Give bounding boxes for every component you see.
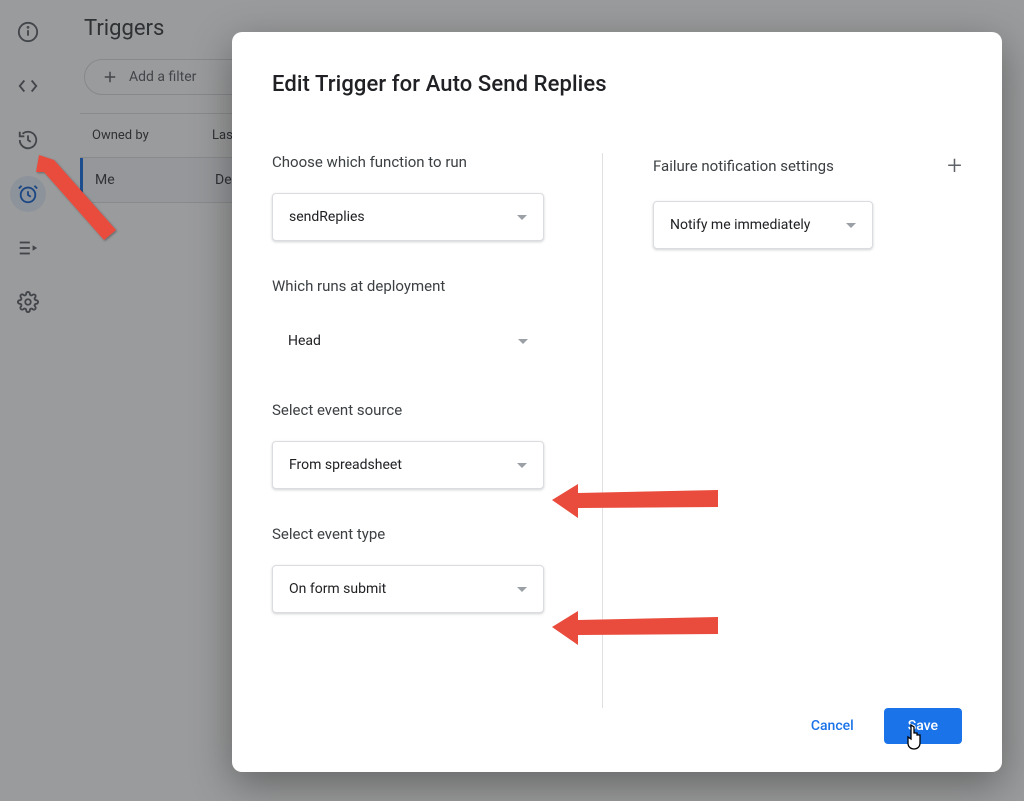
deployment-select[interactable]: Head (272, 317, 544, 365)
save-button[interactable]: Save (884, 708, 962, 744)
dialog-title: Edit Trigger for Auto Send Replies (272, 72, 962, 97)
event-type-value: On form submit (289, 581, 386, 597)
failure-select[interactable]: Notify me immediately (653, 201, 873, 249)
function-field: Choose which function to run sendReplies (272, 153, 572, 241)
cancel-button[interactable]: Cancel (807, 710, 858, 742)
event-source-label: Select event source (272, 401, 572, 419)
failure-value: Notify me immediately (670, 217, 810, 233)
chevron-down-icon (517, 215, 527, 220)
event-type-field: Select event type On form submit (272, 525, 572, 613)
edit-trigger-dialog: Edit Trigger for Auto Send Replies Choos… (232, 32, 1002, 772)
chevron-down-icon (518, 339, 528, 344)
failure-label: Failure notification settings (653, 157, 834, 175)
chevron-down-icon (846, 223, 856, 228)
chevron-down-icon (517, 463, 527, 468)
event-type-select[interactable]: On form submit (272, 565, 544, 613)
event-source-select[interactable]: From spreadsheet (272, 441, 544, 489)
event-source-value: From spreadsheet (289, 457, 402, 473)
deployment-value: Head (288, 333, 321, 349)
chevron-down-icon (517, 587, 527, 592)
event-type-label: Select event type (272, 525, 572, 543)
deployment-label: Which runs at deployment (272, 277, 572, 295)
event-source-field: Select event source From spreadsheet (272, 401, 572, 489)
function-value: sendReplies (289, 209, 365, 225)
function-label: Choose which function to run (272, 153, 572, 171)
function-select[interactable]: sendReplies (272, 193, 544, 241)
add-notification-button[interactable]: + (947, 153, 962, 179)
deployment-field: Which runs at deployment Head (272, 277, 572, 365)
